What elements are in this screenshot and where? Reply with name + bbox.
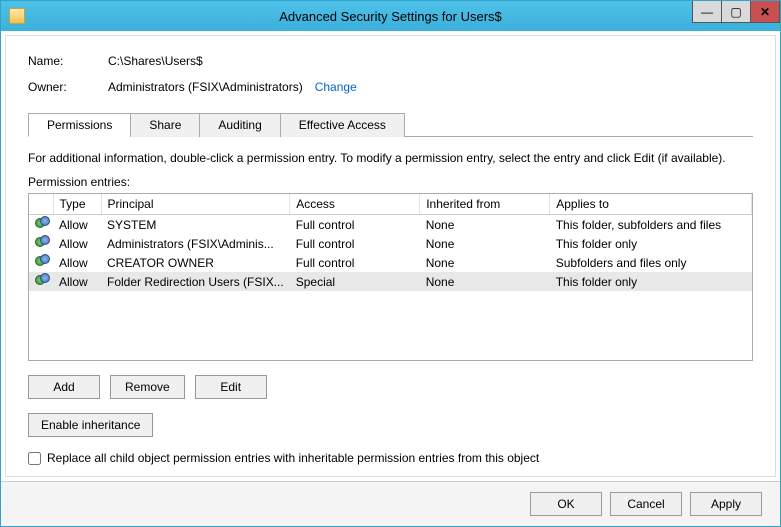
close-button[interactable]: ✕ — [750, 1, 780, 23]
row-principal: CREATOR OWNER — [101, 253, 290, 272]
users-icon — [35, 216, 51, 230]
users-icon — [35, 254, 51, 268]
action-button-row: Add Remove Edit — [28, 375, 753, 399]
replace-checkbox-row: Replace all child object permission entr… — [28, 451, 753, 465]
row-type: Allow — [53, 234, 101, 253]
col-access[interactable]: Access — [290, 194, 420, 215]
row-access: Special — [290, 272, 420, 291]
row-principal: Administrators (FSIX\Adminis... — [101, 234, 290, 253]
inheritance-row: Enable inheritance — [28, 413, 753, 437]
maximize-button[interactable]: ▢ — [721, 1, 751, 23]
cancel-button[interactable]: Cancel — [610, 492, 682, 516]
row-inherited: None — [420, 215, 550, 235]
row-inherited: None — [420, 234, 550, 253]
owner-label: Owner: — [28, 80, 108, 94]
name-row: Name: C:\Shares\Users$ — [28, 54, 753, 68]
col-principal[interactable]: Principal — [101, 194, 290, 215]
change-owner-link[interactable]: Change — [315, 80, 357, 94]
row-type: Allow — [53, 253, 101, 272]
row-principal: SYSTEM — [101, 215, 290, 235]
minimize-button[interactable]: — — [692, 1, 722, 23]
tab-permissions[interactable]: Permissions — [28, 113, 131, 137]
row-access: Full control — [290, 253, 420, 272]
row-access: Full control — [290, 215, 420, 235]
remove-button[interactable]: Remove — [110, 375, 185, 399]
row-access: Full control — [290, 234, 420, 253]
dialog-footer: OK Cancel Apply — [1, 481, 780, 526]
owner-value: Administrators (FSIX\Administrators) — [108, 80, 303, 94]
users-icon — [35, 273, 51, 287]
tab-strip: Permissions Share Auditing Effective Acc… — [28, 112, 753, 137]
col-type[interactable]: Type — [53, 194, 101, 215]
content-area: Name: C:\Shares\Users$ Owner: Administra… — [5, 35, 776, 477]
table-row[interactable]: AllowCREATOR OWNERFull controlNoneSubfol… — [29, 253, 752, 272]
row-inherited: None — [420, 272, 550, 291]
row-icon-cell — [29, 253, 53, 272]
table-row[interactable]: AllowSYSTEMFull controlNoneThis folder, … — [29, 215, 752, 235]
table-row[interactable]: AllowFolder Redirection Users (FSIX...Sp… — [29, 272, 752, 291]
row-icon-cell — [29, 234, 53, 253]
window-frame: Advanced Security Settings for Users$ — … — [0, 0, 781, 527]
name-label: Name: — [28, 54, 108, 68]
row-applies: This folder only — [550, 272, 752, 291]
permissions-table: Type Principal Access Inherited from App… — [29, 194, 752, 291]
enable-inheritance-button[interactable]: Enable inheritance — [28, 413, 153, 437]
ok-button[interactable]: OK — [530, 492, 602, 516]
tab-auditing[interactable]: Auditing — [199, 113, 280, 137]
row-type: Allow — [53, 215, 101, 235]
users-icon — [35, 235, 51, 249]
col-applies[interactable]: Applies to — [550, 194, 752, 215]
edit-button[interactable]: Edit — [195, 375, 267, 399]
row-icon-cell — [29, 215, 53, 235]
name-value: C:\Shares\Users$ — [108, 54, 203, 68]
entries-label: Permission entries: — [28, 175, 753, 189]
titlebar: Advanced Security Settings for Users$ — … — [1, 1, 780, 31]
row-principal: Folder Redirection Users (FSIX... — [101, 272, 290, 291]
owner-row: Owner: Administrators (FSIX\Administrato… — [28, 80, 753, 94]
row-icon-cell — [29, 272, 53, 291]
instruction-text: For additional information, double-click… — [28, 151, 753, 165]
row-applies: Subfolders and files only — [550, 253, 752, 272]
permissions-table-wrap: Type Principal Access Inherited from App… — [28, 193, 753, 361]
row-applies: This folder, subfolders and files — [550, 215, 752, 235]
table-row[interactable]: AllowAdministrators (FSIX\Adminis...Full… — [29, 234, 752, 253]
apply-button[interactable]: Apply — [690, 492, 762, 516]
replace-checkbox-label: Replace all child object permission entr… — [47, 451, 539, 465]
window-title: Advanced Security Settings for Users$ — [1, 9, 780, 24]
tab-share[interactable]: Share — [130, 113, 200, 137]
col-inherited[interactable]: Inherited from — [420, 194, 550, 215]
tab-effective-access[interactable]: Effective Access — [280, 113, 405, 137]
row-inherited: None — [420, 253, 550, 272]
col-icon[interactable] — [29, 194, 53, 215]
replace-checkbox[interactable] — [28, 452, 41, 465]
row-type: Allow — [53, 272, 101, 291]
add-button[interactable]: Add — [28, 375, 100, 399]
window-controls: — ▢ ✕ — [693, 1, 780, 23]
row-applies: This folder only — [550, 234, 752, 253]
table-header-row: Type Principal Access Inherited from App… — [29, 194, 752, 215]
